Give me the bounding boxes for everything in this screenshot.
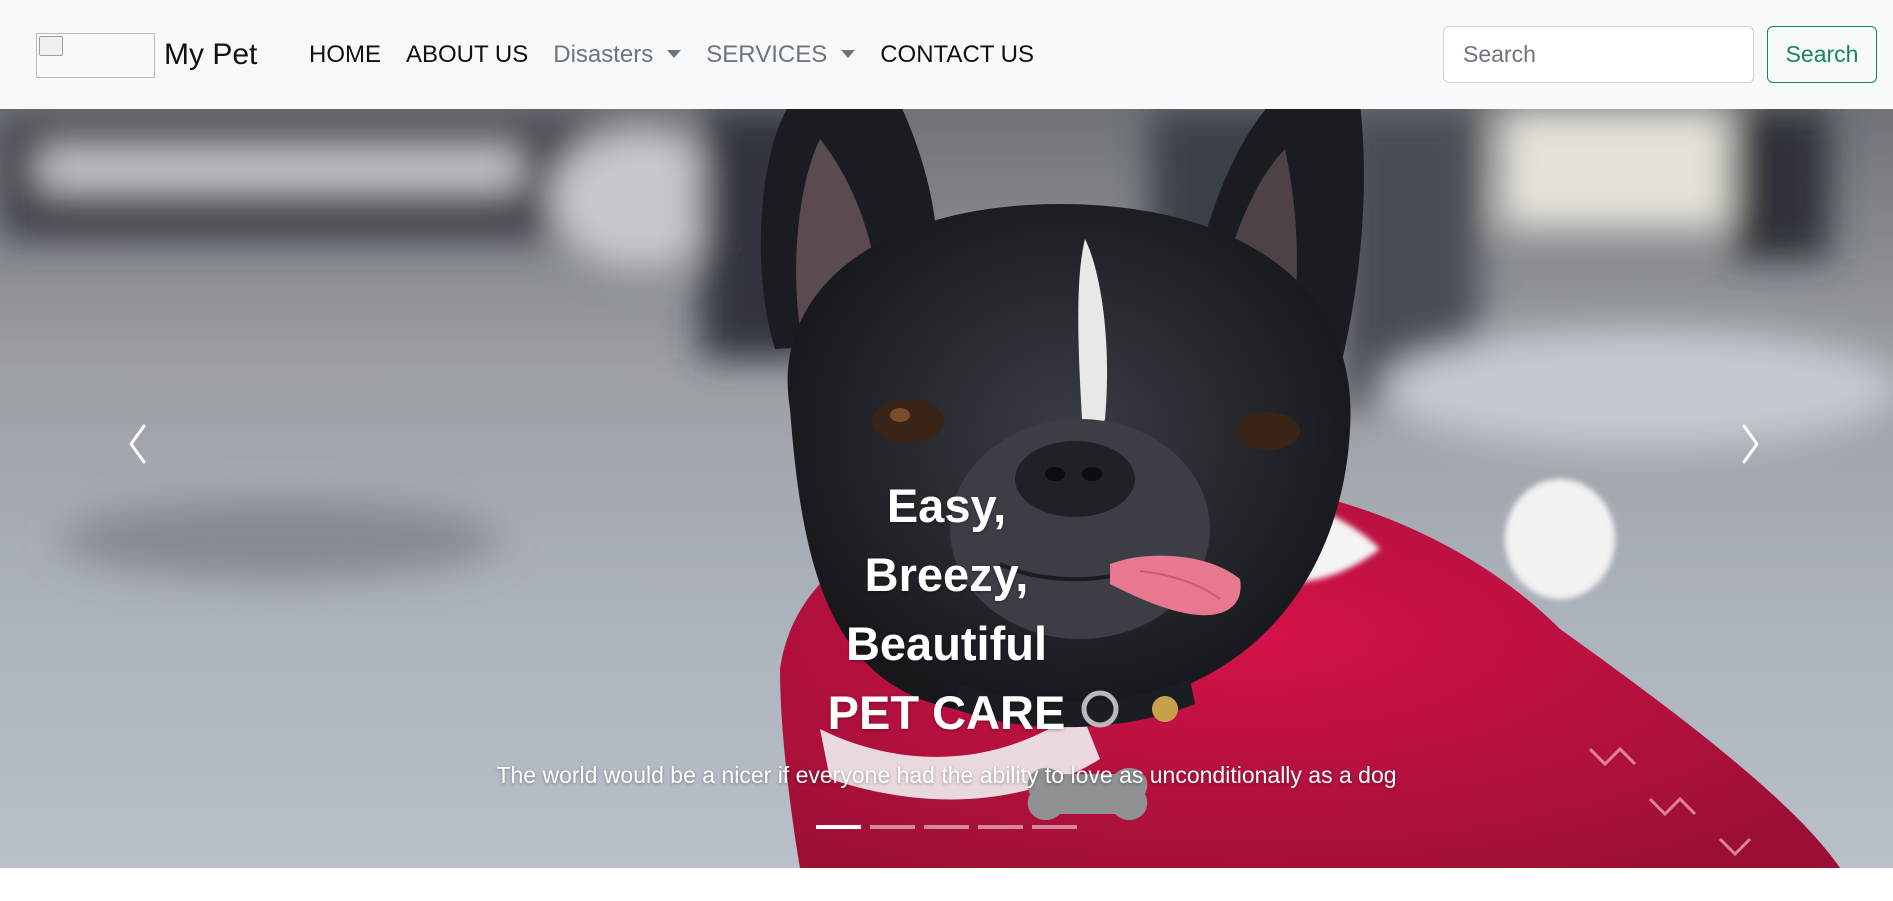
caret-down-icon (841, 49, 856, 58)
carousel-next-button[interactable] (1722, 409, 1782, 479)
carousel-caption: Easy, Breezy, Beautiful PET CARE The wor… (0, 471, 1893, 791)
caption-line-3: Beautiful (845, 617, 1048, 670)
caption-line-4: PET CARE (827, 686, 1066, 739)
chevron-right-icon (1742, 424, 1759, 464)
carousel-indicator-4[interactable] (978, 825, 1023, 829)
nav-link-about-us[interactable]: ABOUT US (406, 40, 528, 70)
caption-line-1: Easy, (886, 479, 1007, 532)
nav-dropdown-services-label: SERVICES (706, 41, 828, 68)
caret-down-icon (667, 49, 682, 58)
brand-logo-image[interactable] (36, 33, 155, 78)
chevron-left-icon (129, 424, 146, 464)
nav-link-contact-us[interactable]: CONTACT US (880, 40, 1034, 70)
carousel-prev-button[interactable] (111, 409, 171, 479)
navbar: My Pet HOME ABOUT US Disasters SERVICES … (0, 0, 1893, 109)
carousel-indicator-2[interactable] (870, 825, 915, 829)
nav-dropdown-services[interactable]: SERVICES (706, 40, 856, 70)
caption-line-2: Breezy, (864, 548, 1029, 601)
nav-dropdown-disasters-label: Disasters (553, 41, 654, 68)
brand-name[interactable]: My Pet (164, 36, 257, 74)
carousel-indicators (816, 825, 1086, 829)
search-input[interactable] (1443, 26, 1754, 83)
nav-dropdown-disasters[interactable]: Disasters (553, 40, 682, 70)
nav-menu: HOME ABOUT US Disasters SERVICES CONTACT… (309, 40, 1059, 70)
carousel-indicator-1[interactable] (816, 825, 861, 829)
carousel-indicator-5[interactable] (1032, 825, 1077, 829)
nav-link-home[interactable]: HOME (309, 40, 381, 70)
carousel-indicator-3[interactable] (924, 825, 969, 829)
caption-subtitle: The world would be a nicer if everyone h… (496, 762, 1397, 788)
hero-carousel: Easy, Breezy, Beautiful PET CARE The wor… (0, 109, 1893, 868)
search-button[interactable]: Search (1767, 26, 1877, 83)
